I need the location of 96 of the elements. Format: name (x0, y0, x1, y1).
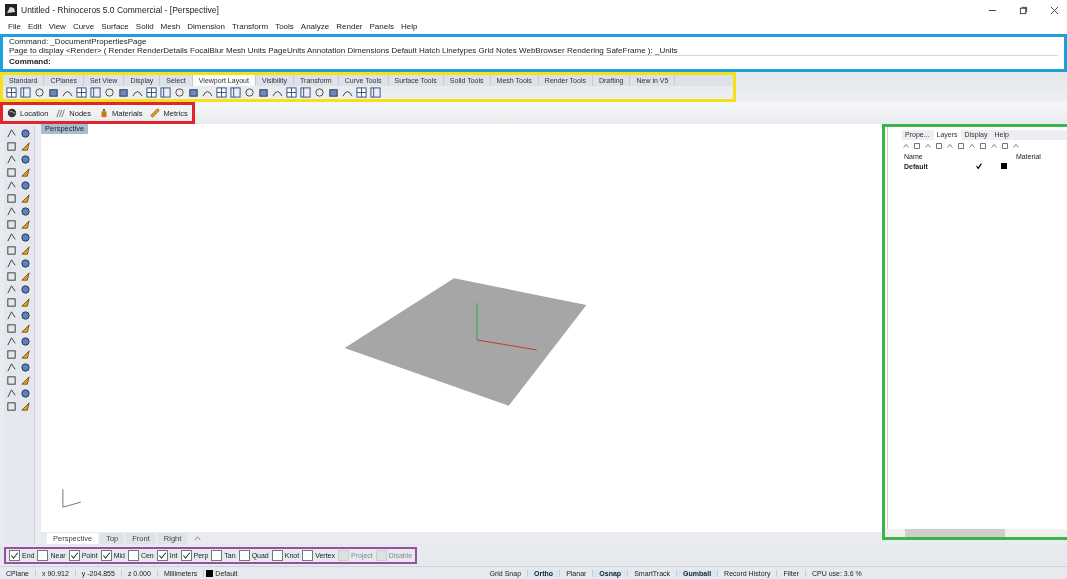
layer-color-swatch[interactable] (1001, 163, 1007, 169)
menu-item[interactable]: Panels (369, 21, 394, 31)
tool-icon[interactable] (20, 245, 31, 256)
checkbox[interactable] (211, 549, 223, 561)
axis-icon (62, 488, 82, 508)
tool-icon[interactable] (6, 154, 17, 165)
tool-icon[interactable] (6, 232, 17, 243)
toolbar-icon[interactable] (356, 87, 367, 98)
menu-item[interactable]: File (8, 21, 21, 31)
checkbox[interactable] (156, 549, 168, 561)
toolbar-icon[interactable] (286, 87, 297, 98)
tool-icon[interactable] (20, 154, 31, 165)
tool-icon[interactable] (20, 375, 31, 386)
menu-item[interactable]: Render (336, 21, 363, 31)
tool-icon[interactable] (20, 284, 31, 295)
tool-icon[interactable] (20, 128, 31, 139)
menu-item[interactable]: Analyze (300, 21, 330, 31)
toolbar-icon[interactable] (6, 87, 17, 98)
tool-icon[interactable] (6, 336, 17, 347)
toolbar-icon[interactable] (76, 87, 87, 98)
tool-icon[interactable] (6, 362, 17, 373)
tool-icon[interactable] (20, 401, 31, 412)
tool-icon[interactable] (20, 258, 31, 269)
menu-item[interactable]: Mesh (160, 21, 181, 31)
toolbar-icon[interactable] (20, 87, 31, 98)
tool-icon[interactable] (20, 206, 31, 217)
tool-icon[interactable] (20, 388, 31, 399)
tool-icon[interactable] (20, 349, 31, 360)
menu-item[interactable]: Transform (231, 21, 269, 31)
toolbar-icon[interactable] (48, 87, 59, 98)
horizontal-scrollbar[interactable] (885, 529, 1067, 537)
command-history-line: Command: _DocumentPropertiesPage (9, 37, 148, 46)
menu-item[interactable]: Help (401, 21, 418, 31)
toolbar-icon[interactable] (188, 87, 199, 98)
tool-icon[interactable] (20, 219, 31, 230)
toolbar-icon[interactable] (370, 87, 381, 98)
checkbox[interactable] (37, 549, 49, 561)
checkbox[interactable] (238, 549, 250, 561)
window-title: Untitled - Rhinoceros 5.0 Commercial - [Perspective] (21, 5, 219, 15)
toolbar-icon[interactable] (90, 87, 101, 98)
tool-icon[interactable] (20, 297, 31, 308)
tool-icon[interactable] (20, 362, 31, 373)
tool-icon[interactable] (6, 284, 17, 295)
toolbar-icon[interactable] (314, 87, 325, 98)
app-logo-icon (5, 4, 17, 16)
globe-icon[interactable] (7, 108, 17, 118)
checkbox[interactable] (127, 549, 139, 561)
nodes-icon[interactable] (56, 108, 67, 118)
toolbar-icon[interactable] (118, 87, 129, 98)
checkbox[interactable] (180, 549, 192, 561)
command-history-line: Page to display <Render> ( Render RenderDetails FocalBlur Mesh Units PageUnits Annotation Dimensions Default Hatch Linetypes Grid Notes WebBrowser Rendering SafeFrame ): _Units (9, 46, 679, 55)
close-icon[interactable] (1050, 5, 1059, 15)
tool-icon[interactable] (6, 310, 17, 321)
menu-item[interactable]: Surface (101, 21, 129, 31)
tool-icon[interactable] (20, 271, 31, 282)
check-icon[interactable] (975, 162, 983, 170)
toolbar-icon[interactable] (174, 87, 185, 98)
menu-item[interactable]: Dimension (187, 21, 225, 31)
tool-icon[interactable] (20, 310, 31, 321)
menu-item[interactable]: Solid (135, 21, 154, 31)
tool-icon[interactable] (20, 232, 31, 243)
tool-icon[interactable] (20, 167, 31, 178)
ruler-icon[interactable] (150, 108, 161, 118)
toolbar-icon[interactable] (244, 87, 255, 98)
tool-icon[interactable] (20, 323, 31, 334)
bottle-icon[interactable] (99, 108, 110, 118)
toolbar-icon[interactable] (104, 87, 115, 98)
checkbox[interactable] (271, 549, 283, 561)
tool-icon[interactable] (20, 193, 31, 204)
command-input-field[interactable]: Command: (9, 56, 1058, 67)
toolbar-icon[interactable] (146, 87, 157, 98)
checkbox[interactable] (302, 549, 314, 561)
tool-icon[interactable] (20, 180, 31, 191)
toolbar-icon[interactable] (258, 87, 269, 98)
tool-icon[interactable] (20, 141, 31, 152)
tool-icon[interactable] (6, 388, 17, 399)
menu-item[interactable]: Edit (27, 21, 42, 31)
tool-icon[interactable] (6, 206, 17, 217)
restore-icon[interactable] (1019, 5, 1028, 15)
checkbox[interactable] (100, 549, 112, 561)
toolbar-icon[interactable] (34, 87, 45, 98)
toolbar-icon[interactable] (230, 87, 241, 98)
checkbox[interactable] (68, 549, 80, 561)
checkbox[interactable] (9, 549, 20, 561)
tool-icon[interactable] (6, 128, 17, 139)
menu-item[interactable]: Tools (275, 21, 294, 31)
toolbar-icon[interactable] (328, 87, 339, 98)
menu-item[interactable]: View (48, 21, 66, 31)
menu-item[interactable]: Curve (72, 21, 95, 31)
tool-icon[interactable] (20, 336, 31, 347)
tool-icon[interactable] (6, 180, 17, 191)
tool-icon[interactable] (6, 258, 17, 269)
toolbar-icon[interactable] (216, 87, 227, 98)
toolbar-icon[interactable] (160, 87, 171, 98)
layer-color-swatch[interactable] (206, 569, 214, 577)
toolbar-icon[interactable] (300, 87, 311, 98)
